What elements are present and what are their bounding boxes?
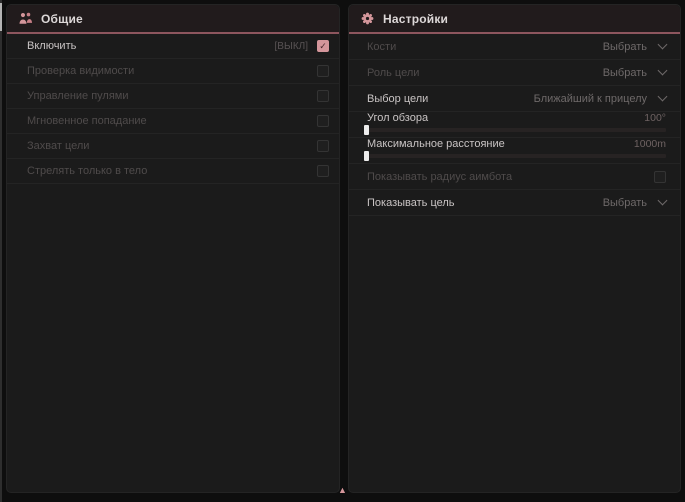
- chevron-down-icon: [658, 92, 668, 102]
- row-show-target[interactable]: Показывать цель Выбрать: [349, 190, 680, 216]
- row-body-only[interactable]: Стрелять только в тело: [7, 159, 339, 184]
- row-enable-hotkey-tag[interactable]: [ВЫКЛ]: [275, 41, 308, 52]
- row-instant-hit-label: Мгновенное попадание: [27, 115, 317, 127]
- row-instant-hit-checkbox[interactable]: [317, 115, 329, 127]
- settings-panel-header: Настройки: [349, 5, 680, 34]
- row-max-distance-slider-thumb[interactable]: [364, 151, 369, 161]
- row-max-distance-label: Максимальное расстояние: [367, 138, 634, 150]
- row-show-target-dropdown[interactable]: Выбрать: [603, 197, 666, 209]
- row-max-distance[interactable]: Максимальное расстояние 1000m: [349, 138, 680, 164]
- row-bones-dropdown[interactable]: Выбрать: [603, 41, 666, 53]
- row-visibility-check-label: Проверка видимости: [27, 65, 317, 77]
- row-target-selection-label: Выбор цели: [367, 93, 534, 105]
- row-target-lock[interactable]: Захват цели: [7, 134, 339, 159]
- row-target-selection-dropdown-value: Ближайший к прицелу: [534, 93, 647, 105]
- row-fov-slider-thumb[interactable]: [364, 125, 369, 135]
- row-fov-label: Угол обзора: [367, 112, 644, 124]
- settings-panel: Настройки Кости Выбрать Роль цели Выбрат…: [348, 4, 681, 493]
- row-bullet-control-label: Управление пулями: [27, 90, 317, 102]
- row-show-aimbot-radius-checkbox[interactable]: [654, 171, 666, 183]
- window-edge-line: [0, 0, 2, 502]
- row-show-aimbot-radius-label: Показывать радиус аимбота: [367, 171, 654, 183]
- row-fov-slider[interactable]: [367, 128, 666, 132]
- row-bullet-control[interactable]: Управление пулями: [7, 84, 339, 109]
- row-enable-checkbox[interactable]: [317, 40, 329, 52]
- row-visibility-check[interactable]: Проверка видимости: [7, 59, 339, 84]
- chevron-down-icon: [658, 196, 668, 206]
- row-enable[interactable]: Включить [ВЫКЛ]: [7, 34, 339, 59]
- row-bones[interactable]: Кости Выбрать: [349, 34, 680, 60]
- settings-panel-title: Настройки: [383, 12, 448, 26]
- gear-icon: [360, 11, 375, 26]
- row-bullet-control-checkbox[interactable]: [317, 90, 329, 102]
- row-target-role[interactable]: Роль цели Выбрать: [349, 60, 680, 86]
- cursor-arrow: ▲: [338, 485, 347, 495]
- row-target-lock-label: Захват цели: [27, 140, 317, 152]
- window-edge-scrollbar-thumb[interactable]: [0, 3, 2, 31]
- row-max-distance-value: 1000m: [634, 138, 666, 150]
- general-panel: Общие Включить [ВЫКЛ] Проверка видимости…: [6, 4, 340, 493]
- row-bones-label: Кости: [367, 41, 603, 53]
- row-instant-hit[interactable]: Мгновенное попадание: [7, 109, 339, 134]
- chevron-down-icon: [658, 66, 668, 76]
- row-target-lock-checkbox[interactable]: [317, 140, 329, 152]
- row-show-aimbot-radius[interactable]: Показывать радиус аимбота: [349, 164, 680, 190]
- row-body-only-checkbox[interactable]: [317, 165, 329, 177]
- row-fov-value: 100°: [644, 112, 666, 124]
- chevron-down-icon: [658, 40, 668, 50]
- row-bones-dropdown-value: Выбрать: [603, 41, 647, 53]
- general-panel-title: Общие: [41, 12, 83, 26]
- people-icon: [18, 11, 33, 26]
- row-enable-label: Включить: [27, 40, 275, 52]
- row-target-role-dropdown-value: Выбрать: [603, 67, 647, 79]
- row-fov[interactable]: Угол обзора 100°: [349, 112, 680, 138]
- row-show-target-label: Показывать цель: [367, 197, 603, 209]
- row-target-role-label: Роль цели: [367, 67, 603, 79]
- row-max-distance-slider[interactable]: [367, 154, 666, 158]
- row-show-target-dropdown-value: Выбрать: [603, 197, 647, 209]
- general-panel-header: Общие: [7, 5, 339, 34]
- row-target-role-dropdown[interactable]: Выбрать: [603, 67, 666, 79]
- row-visibility-check-checkbox[interactable]: [317, 65, 329, 77]
- row-target-selection-dropdown[interactable]: Ближайший к прицелу: [534, 93, 666, 105]
- row-body-only-label: Стрелять только в тело: [27, 165, 317, 177]
- row-target-selection[interactable]: Выбор цели Ближайший к прицелу: [349, 86, 680, 112]
